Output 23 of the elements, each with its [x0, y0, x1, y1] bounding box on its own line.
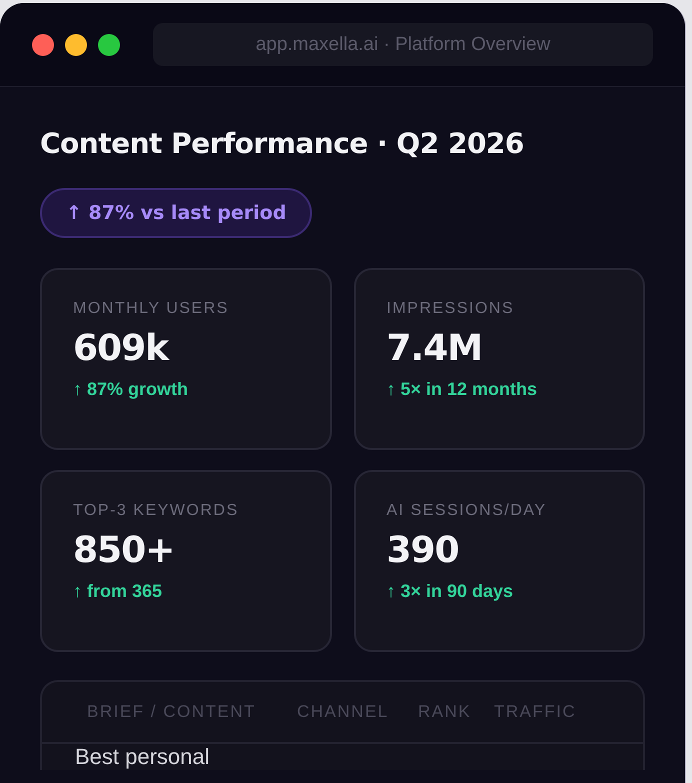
stat-change: ↑ from 365 [73, 581, 164, 602]
growth-badge: ↑ 87% vs last period [40, 188, 312, 238]
stat-value: 850+ [73, 530, 176, 571]
column-header: TRAFFIC [494, 702, 578, 722]
column-header: RANK [418, 702, 472, 722]
stat-label: MONTHLY USERS [73, 300, 230, 318]
stat-label: IMPRESSIONS [386, 300, 516, 318]
column-header: BRIEF / CONTENT [87, 702, 257, 722]
maximize-icon[interactable] [98, 34, 120, 56]
column-header: CHANNEL [297, 702, 390, 722]
stat-value: 7.4M [386, 328, 484, 369]
page-title: Content Performance · Q2 2026 [40, 127, 525, 161]
stat-value: 609k [73, 328, 170, 369]
table-cell-text: Best personal [74, 743, 210, 769]
stat-change: ↑ 87% growth [73, 379, 190, 400]
stat-label: AI SESSIONS/DAY [386, 502, 548, 520]
stat-value: 390 [386, 530, 460, 571]
address-bar[interactable]: app.maxella.ai · Platform Overview [153, 23, 653, 66]
stat-label: TOP-3 KEYWORDS [73, 502, 240, 520]
minimize-icon[interactable] [65, 34, 87, 56]
stat-change: ↑ 5× in 12 months [386, 379, 538, 400]
close-icon[interactable] [32, 34, 54, 56]
stat-change: ↑ 3× in 90 days [386, 581, 514, 602]
